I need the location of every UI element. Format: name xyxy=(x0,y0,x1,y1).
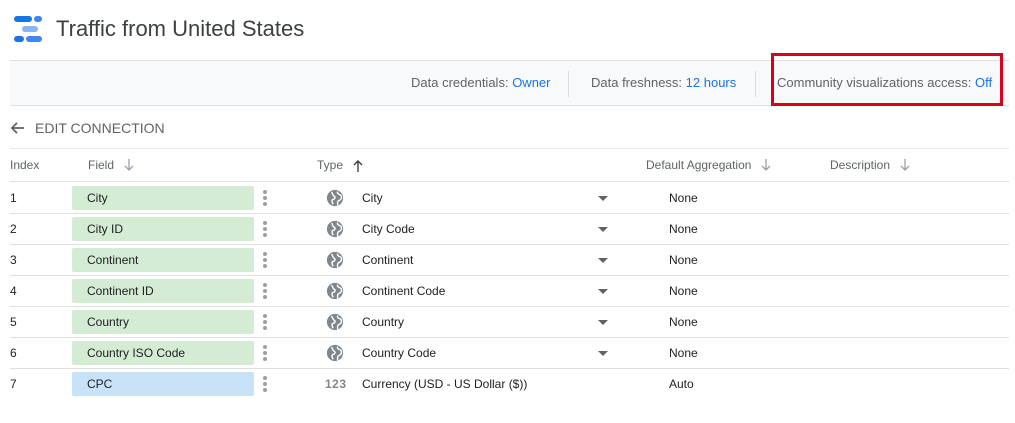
field-name-chip[interactable]: Continent xyxy=(72,248,254,272)
annotation-highlight-box xyxy=(771,53,1003,106)
field-type[interactable]: Continent Code xyxy=(362,284,445,298)
field-name-chip[interactable]: Continent ID xyxy=(72,279,254,303)
field-type[interactable]: Country xyxy=(362,315,404,329)
arrow-back-icon xyxy=(10,122,25,134)
type-dropdown-caret-icon[interactable] xyxy=(598,258,608,263)
column-header-type[interactable]: Type xyxy=(317,158,363,172)
table-row: 5 Country Country None xyxy=(10,307,1009,338)
more-vert-icon[interactable] xyxy=(262,251,268,269)
page-title: Traffic from United States xyxy=(56,16,305,41)
row-index: 1 xyxy=(10,191,17,205)
default-aggregation[interactable]: None xyxy=(669,284,698,298)
globe-icon xyxy=(326,189,344,207)
field-type[interactable]: City Code xyxy=(362,222,415,236)
row-index: 2 xyxy=(10,222,17,236)
more-vert-icon[interactable] xyxy=(262,375,268,393)
default-aggregation[interactable]: None xyxy=(669,315,698,329)
header: Traffic from United States xyxy=(0,0,1015,60)
field-name-chip[interactable]: Country ISO Code xyxy=(72,341,254,365)
more-vert-icon[interactable] xyxy=(262,344,268,362)
data-studio-logo-icon xyxy=(14,16,44,42)
data-credentials-label: Data credentials: xyxy=(411,75,509,90)
fields-table-header: Index Field Type Default Aggregation Des… xyxy=(10,148,1009,182)
more-vert-icon[interactable] xyxy=(262,282,268,300)
field-type[interactable]: Country Code xyxy=(362,346,436,360)
row-index: 6 xyxy=(10,346,17,360)
field-type[interactable]: City xyxy=(362,191,383,205)
sort-arrow-down-icon xyxy=(761,158,771,171)
column-header-field[interactable]: Field xyxy=(88,158,134,172)
type-dropdown-caret-icon[interactable] xyxy=(598,227,608,232)
table-row: 4 Continent ID Continent Code None xyxy=(10,276,1009,307)
globe-icon xyxy=(326,251,344,269)
more-vert-icon[interactable] xyxy=(262,220,268,238)
data-freshness-label: Data freshness: xyxy=(591,75,683,90)
column-header-default-aggregation[interactable]: Default Aggregation xyxy=(646,158,771,172)
more-vert-icon[interactable] xyxy=(262,189,268,207)
data-credentials-value[interactable]: Owner xyxy=(512,75,550,90)
globe-icon xyxy=(326,344,344,362)
field-name-chip[interactable]: City xyxy=(72,186,254,210)
field-name-chip[interactable]: City ID xyxy=(72,217,254,241)
globe-icon xyxy=(326,282,344,300)
edit-connection-button[interactable]: EDIT CONNECTION xyxy=(10,118,165,138)
globe-icon xyxy=(326,313,344,331)
globe-icon xyxy=(326,220,344,238)
table-row: 1 City City None xyxy=(10,183,1009,214)
data-freshness[interactable]: Data freshness: 12 hours xyxy=(591,75,736,90)
data-credentials[interactable]: Data credentials: Owner xyxy=(411,75,550,90)
column-header-index: Index xyxy=(10,158,40,172)
field-name-chip[interactable]: CPC xyxy=(72,372,254,396)
default-aggregation[interactable]: None xyxy=(669,222,698,236)
table-row: 3 Continent Continent None xyxy=(10,245,1009,276)
edit-connection-label: EDIT CONNECTION xyxy=(35,120,165,136)
row-index: 4 xyxy=(10,284,17,298)
table-row: 7 CPC 123 Currency (USD - US Dollar ($))… xyxy=(10,369,1009,400)
field-type[interactable]: Continent xyxy=(362,253,413,267)
default-aggregation[interactable]: None xyxy=(669,253,698,267)
number-type-icon: 123 xyxy=(325,377,347,391)
type-dropdown-caret-icon[interactable] xyxy=(598,320,608,325)
sort-arrow-down-icon xyxy=(124,158,134,171)
field-name-chip[interactable]: Country xyxy=(72,310,254,334)
toolbar-divider xyxy=(568,71,569,97)
toolbar-divider xyxy=(755,71,756,97)
row-index: 3 xyxy=(10,253,17,267)
row-index: 5 xyxy=(10,315,17,329)
sort-arrow-down-icon xyxy=(900,158,910,171)
type-dropdown-caret-icon[interactable] xyxy=(598,196,608,201)
type-dropdown-caret-icon[interactable] xyxy=(598,351,608,356)
row-index: 7 xyxy=(10,377,17,391)
default-aggregation[interactable]: None xyxy=(669,191,698,205)
type-dropdown-caret-icon[interactable] xyxy=(598,289,608,294)
data-freshness-value[interactable]: 12 hours xyxy=(686,75,737,90)
table-row: 6 Country ISO Code Country Code None xyxy=(10,338,1009,369)
column-header-description[interactable]: Description xyxy=(830,158,910,172)
more-vert-icon[interactable] xyxy=(262,313,268,331)
sort-arrow-up-icon xyxy=(353,159,363,172)
table-row: 2 City ID City Code None xyxy=(10,214,1009,245)
default-aggregation[interactable]: None xyxy=(669,346,698,360)
default-aggregation[interactable]: Auto xyxy=(669,377,694,391)
field-type[interactable]: Currency (USD - US Dollar ($)) xyxy=(362,377,527,391)
